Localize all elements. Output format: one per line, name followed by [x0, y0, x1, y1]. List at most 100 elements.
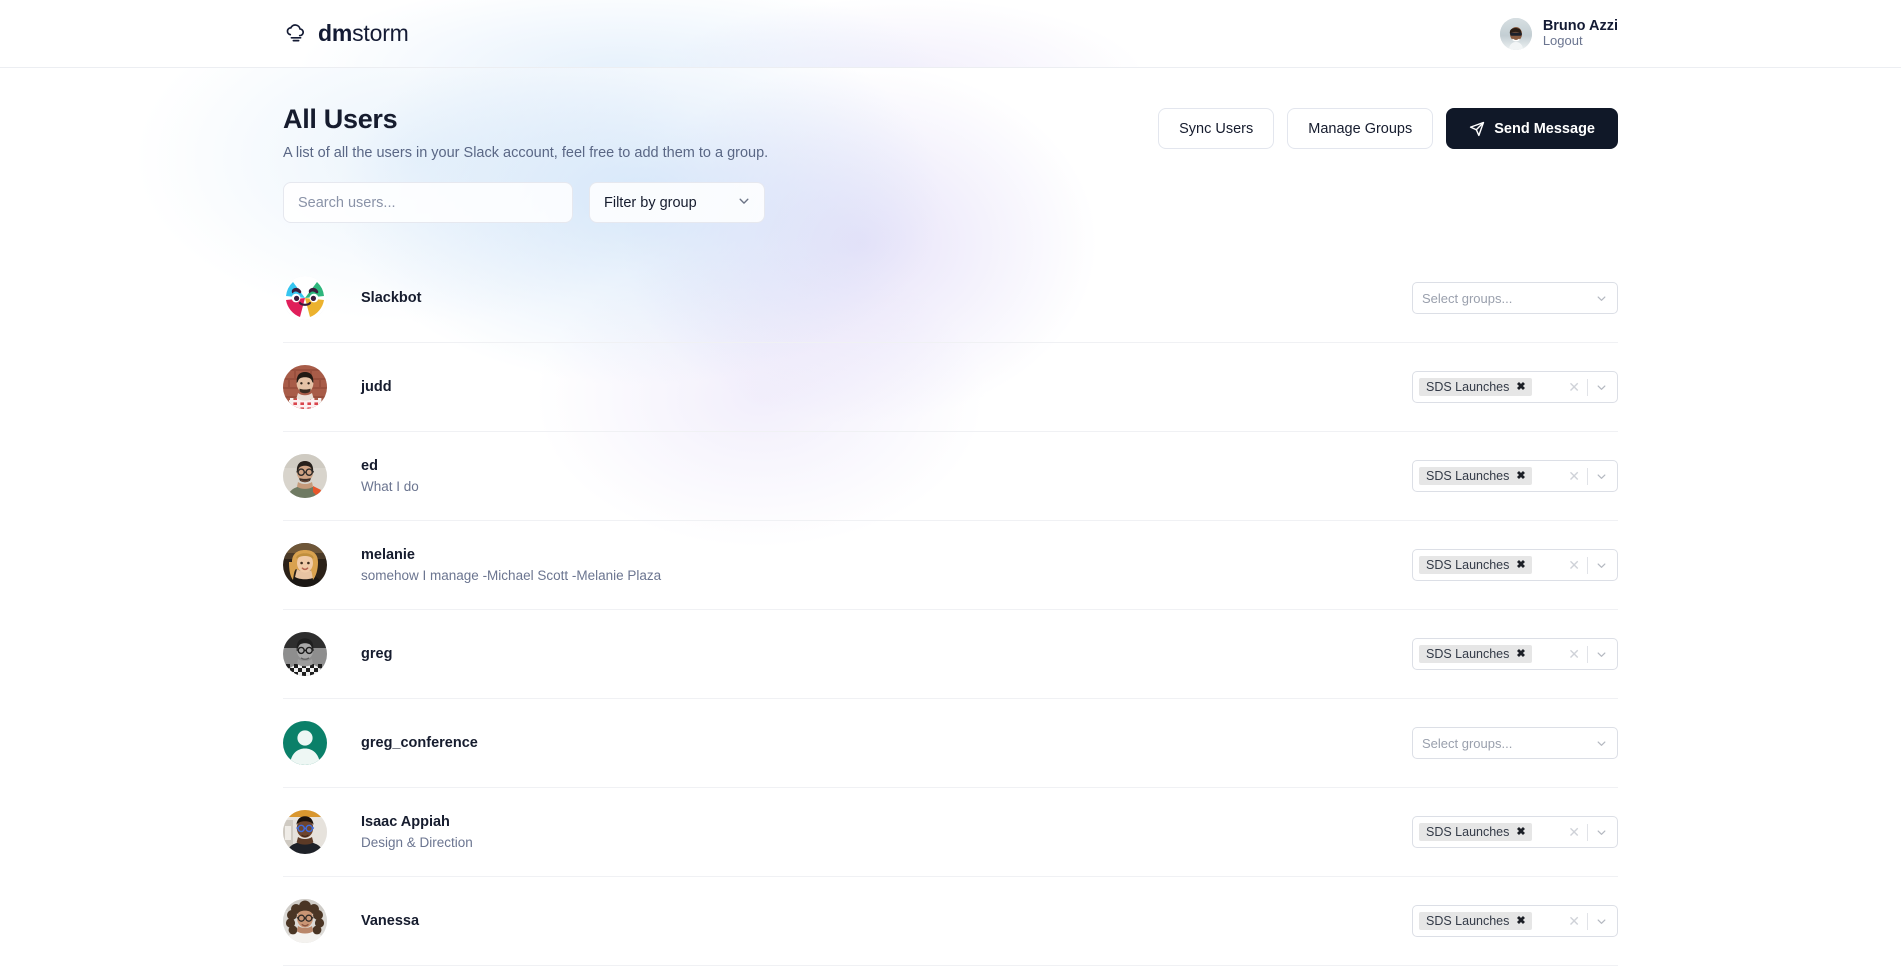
chevron-down-icon[interactable]	[1588, 381, 1615, 394]
group-multiselect-body: SDS Launches ✖	[1419, 823, 1561, 841]
user-row: Vanessa SDS Launches ✖ ✕	[283, 877, 1618, 966]
brand-text-light: storm	[352, 20, 409, 46]
user-name: Slackbot	[361, 290, 422, 306]
remove-group-icon[interactable]: ✖	[1516, 381, 1525, 393]
remove-group-icon[interactable]: ✖	[1516, 559, 1525, 571]
remove-group-icon[interactable]: ✖	[1516, 915, 1525, 927]
avatar-ed	[283, 454, 327, 498]
account-name: Bruno Azzi	[1542, 17, 1618, 34]
page-title: All Users	[283, 104, 398, 134]
group-multiselect[interactable]: Select groups...	[1412, 727, 1618, 759]
group-multiselect-controls: ✕	[1561, 823, 1615, 841]
clear-groups-icon[interactable]: ✕	[1561, 914, 1587, 928]
group-tag: SDS Launches ✖	[1419, 556, 1532, 574]
user-identity: Slackbot	[283, 276, 421, 320]
user-identity: judd	[283, 365, 392, 409]
group-tag: SDS Launches ✖	[1419, 645, 1532, 663]
group-multiselect[interactable]: SDS Launches ✖ ✕	[1412, 816, 1618, 848]
group-filter-select[interactable]: Filter by group	[589, 182, 765, 223]
user-row: greg SDS Launches ✖ ✕	[283, 610, 1618, 699]
logout-link[interactable]: Logout	[1543, 33, 1618, 49]
brand-text: dmstorm	[318, 22, 409, 45]
user-row: ed What I do SDS Launches ✖ ✕	[283, 432, 1618, 521]
group-multiselect-controls: ✕	[1561, 912, 1615, 930]
clear-groups-icon[interactable]: ✕	[1561, 380, 1587, 394]
group-tag: SDS Launches ✖	[1419, 912, 1532, 930]
group-multiselect[interactable]: Select groups...	[1412, 282, 1618, 314]
account-menu[interactable]: Bruno Azzi Logout	[1499, 17, 1618, 50]
group-multiselect-body: SDS Launches ✖	[1419, 378, 1561, 396]
chevron-down-icon[interactable]	[1588, 826, 1615, 839]
chevron-down-icon	[737, 194, 751, 212]
group-multiselect-body: Select groups...	[1419, 736, 1588, 751]
user-info: greg	[361, 646, 392, 662]
filter-bar: Filter by group	[283, 182, 1618, 223]
avatar-isaac-appiah	[283, 810, 327, 854]
user-name: greg	[361, 646, 393, 662]
user-info: ed What I do	[361, 458, 419, 494]
page-header-text: All Users A list of all the users in you…	[283, 104, 768, 161]
group-tag-label: SDS Launches	[1426, 558, 1510, 572]
clear-groups-icon[interactable]: ✕	[1561, 469, 1587, 483]
group-tag-label: SDS Launches	[1426, 825, 1510, 839]
chevron-down-icon[interactable]	[1588, 648, 1615, 661]
chevron-down-icon[interactable]	[1588, 737, 1615, 750]
user-description: What I do	[361, 479, 419, 494]
group-multiselect-controls: ✕	[1561, 556, 1615, 574]
group-multiselect[interactable]: SDS Launches ✖ ✕	[1412, 549, 1618, 581]
avatar-melanie	[283, 543, 327, 587]
paper-plane-icon	[1469, 121, 1485, 137]
clear-groups-icon[interactable]: ✕	[1561, 647, 1587, 661]
group-multiselect[interactable]: SDS Launches ✖ ✕	[1412, 371, 1618, 403]
group-tag: SDS Launches ✖	[1419, 378, 1532, 396]
user-row: Slackbot Select groups...	[283, 254, 1618, 343]
group-tag: SDS Launches ✖	[1419, 467, 1532, 485]
user-identity: melanie somehow I manage -Michael Scott -…	[283, 543, 661, 587]
avatar-greg	[283, 632, 327, 676]
user-list: Slackbot Select groups... judd SDS Launches…	[283, 254, 1618, 966]
group-multiselect-controls: ✕	[1561, 378, 1615, 396]
account-meta: Bruno Azzi Logout	[1543, 18, 1618, 50]
group-multiselect-controls	[1588, 737, 1615, 750]
manage-groups-button[interactable]: Manage Groups	[1287, 108, 1434, 149]
user-info: judd	[361, 379, 392, 395]
clear-groups-icon[interactable]: ✕	[1561, 825, 1587, 839]
user-identity: Vanessa	[283, 899, 419, 943]
user-row: Isaac Appiah Design & Direction SDS Launch…	[283, 788, 1618, 877]
group-multiselect[interactable]: SDS Launches ✖ ✕	[1412, 460, 1618, 492]
remove-group-icon[interactable]: ✖	[1516, 470, 1525, 482]
search-input[interactable]	[283, 182, 573, 223]
group-tag-label: SDS Launches	[1426, 380, 1510, 394]
user-info: melanie somehow I manage -Michael Scott -…	[361, 547, 661, 583]
user-identity: greg_conference	[283, 721, 478, 765]
send-message-label: Send Message	[1494, 120, 1595, 137]
sync-users-button[interactable]: Sync Users	[1158, 108, 1275, 149]
group-multiselect[interactable]: SDS Launches ✖ ✕	[1412, 905, 1618, 937]
manage-groups-label: Manage Groups	[1308, 120, 1413, 137]
group-tag-label: SDS Launches	[1426, 469, 1510, 483]
group-multiselect[interactable]: SDS Launches ✖ ✕	[1412, 638, 1618, 670]
chevron-down-icon[interactable]	[1588, 292, 1615, 305]
send-message-button[interactable]: Send Message	[1446, 108, 1618, 149]
remove-group-icon[interactable]: ✖	[1516, 826, 1525, 838]
user-identity: Isaac Appiah Design & Direction	[283, 810, 473, 854]
brand-logo[interactable]: dmstorm	[283, 21, 409, 47]
app-header: dmstorm Bruno Azzi Logout	[0, 0, 1901, 68]
user-name: judd	[361, 379, 392, 395]
brand-text-bold: dm	[318, 20, 353, 46]
chevron-down-icon[interactable]	[1588, 559, 1615, 572]
group-tag: SDS Launches ✖	[1419, 823, 1532, 841]
user-row: judd SDS Launches ✖ ✕	[283, 343, 1618, 432]
user-info: Slackbot	[361, 290, 421, 306]
group-filter-label: Filter by group	[604, 194, 697, 211]
user-identity: greg	[283, 632, 392, 676]
user-info: greg_conference	[361, 735, 478, 751]
clear-groups-icon[interactable]: ✕	[1561, 558, 1587, 572]
chevron-down-icon[interactable]	[1588, 470, 1615, 483]
group-multiselect-placeholder: Select groups...	[1422, 290, 1513, 306]
remove-group-icon[interactable]: ✖	[1516, 648, 1525, 660]
group-multiselect-controls	[1588, 292, 1615, 305]
chevron-down-icon[interactable]	[1588, 915, 1615, 928]
group-multiselect-body: SDS Launches ✖	[1419, 912, 1561, 930]
avatar	[1499, 17, 1532, 50]
